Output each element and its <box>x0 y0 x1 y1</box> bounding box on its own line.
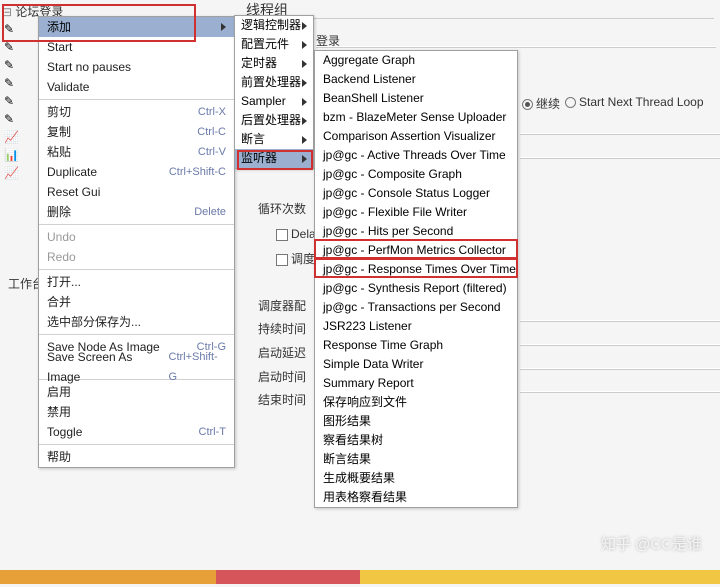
menu-item[interactable]: Save Screen As ImageCtrl+Shift-G <box>39 357 234 377</box>
listener-item[interactable]: jp@gc - Composite Graph <box>315 165 517 184</box>
duration-label: 持续时间 <box>258 320 306 337</box>
tree-icon: ✎ <box>4 39 34 54</box>
menu-item[interactable]: 剪切Ctrl-X <box>39 102 234 122</box>
menu-item[interactable]: 禁用 <box>39 402 234 422</box>
submenu-item[interactable]: 配置元件 <box>235 35 313 54</box>
listener-item[interactable]: bzm - BlazeMeter Sense Uploader <box>315 108 517 127</box>
scheduler-config-label: 调度器配 <box>258 297 306 314</box>
listener-item[interactable]: Simple Data Writer <box>315 355 517 374</box>
menu-item[interactable]: Redo <box>39 247 234 267</box>
end-time-label: 结束时间 <box>258 391 306 408</box>
listener-item[interactable]: Aggregate Graph <box>315 51 517 70</box>
listener-item[interactable]: jp@gc - Flexible File Writer <box>315 203 517 222</box>
menu-item[interactable]: Start no pauses <box>39 57 234 77</box>
listener-item[interactable]: Response Time Graph <box>315 336 517 355</box>
listener-item[interactable]: Summary Report <box>315 374 517 393</box>
menu-item[interactable]: Start <box>39 37 234 57</box>
menu-item[interactable]: 选中部分保存为... <box>39 312 234 332</box>
menu-item[interactable]: Validate <box>39 77 234 97</box>
menu-item[interactable]: 合并 <box>39 292 234 312</box>
menu-item[interactable]: ToggleCtrl-T <box>39 422 234 442</box>
listener-item[interactable]: jp@gc - Response Times Over Time <box>315 260 517 279</box>
tree-icon: 📈 <box>4 129 34 144</box>
menu-item[interactable]: 帮助 <box>39 447 234 467</box>
listener-item[interactable]: jp@gc - Transactions per Second <box>315 298 517 317</box>
start-delay-label: 启动延迟 <box>258 344 306 361</box>
tree-icon: ✎ <box>4 93 34 108</box>
listener-item[interactable]: JSR223 Listener <box>315 317 517 336</box>
listener-item[interactable]: jp@gc - Hits per Second <box>315 222 517 241</box>
submenu-item[interactable]: 后置处理器 <box>235 111 313 130</box>
listener-item[interactable]: jp@gc - Console Status Logger <box>315 184 517 203</box>
menu-item[interactable]: 打开... <box>39 272 234 292</box>
listener-item[interactable]: jp@gc - Synthesis Report (filtered) <box>315 279 517 298</box>
listener-item[interactable]: jp@gc - Active Threads Over Time <box>315 146 517 165</box>
tree-icon: 📈 <box>4 165 34 180</box>
submenu-item[interactable]: 监听器 <box>235 149 313 168</box>
tree-icon: ✎ <box>4 75 34 90</box>
menu-item[interactable]: 复制Ctrl-C <box>39 122 234 142</box>
listener-item[interactable]: 用表格察看结果 <box>315 488 517 507</box>
submenu-item[interactable]: 前置处理器 <box>235 73 313 92</box>
listener-item[interactable]: BeanShell Listener <box>315 89 517 108</box>
start-time-label: 启动时间 <box>258 368 306 385</box>
menu-item[interactable]: 粘贴Ctrl-V <box>39 142 234 162</box>
listener-submenu: Aggregate GraphBackend ListenerBeanShell… <box>314 50 518 508</box>
listener-item[interactable]: 生成概要结果 <box>315 469 517 488</box>
taskbar <box>0 570 720 584</box>
tree-icon: 📊 <box>4 147 34 162</box>
continue-radio[interactable]: 继续 <box>522 95 560 112</box>
tree-icon: ✎ <box>4 111 34 126</box>
tree-icon: ✎ <box>4 21 34 36</box>
listener-item[interactable]: 图形结果 <box>315 412 517 431</box>
listener-item[interactable]: 断言结果 <box>315 450 517 469</box>
submenu-item[interactable]: 断言 <box>235 130 313 149</box>
listener-item[interactable]: Backend Listener <box>315 70 517 89</box>
listener-item[interactable]: jp@gc - PerfMon Metrics Collector <box>315 241 517 260</box>
loop-count-label: 循环次数 <box>258 200 306 217</box>
menu-item[interactable]: DuplicateCtrl+Shift-C <box>39 162 234 182</box>
submenu-item[interactable]: 逻辑控制器 <box>235 16 313 35</box>
menu-item[interactable]: 添加 <box>39 17 234 37</box>
menu-item[interactable]: 删除Delete <box>39 202 234 222</box>
listener-item[interactable]: 保存响应到文件 <box>315 393 517 412</box>
start-next-radio[interactable]: Start Next Thread Loop <box>565 95 704 109</box>
add-submenu: 逻辑控制器配置元件定时器前置处理器Sampler后置处理器断言监听器 <box>234 15 314 169</box>
menu-item[interactable]: Undo <box>39 227 234 247</box>
listener-item[interactable]: Comparison Assertion Visualizer <box>315 127 517 146</box>
context-menu: 添加StartStart no pausesValidate 剪切Ctrl-X复制… <box>38 16 235 468</box>
submenu-item[interactable]: 定时器 <box>235 54 313 73</box>
watermark: 知乎 @CC是谁 <box>601 533 702 554</box>
submenu-item[interactable]: Sampler <box>235 92 313 111</box>
listener-item[interactable]: 察看结果树 <box>315 431 517 450</box>
menu-item[interactable]: Reset Gui <box>39 182 234 202</box>
tree-icon: ✎ <box>4 57 34 72</box>
